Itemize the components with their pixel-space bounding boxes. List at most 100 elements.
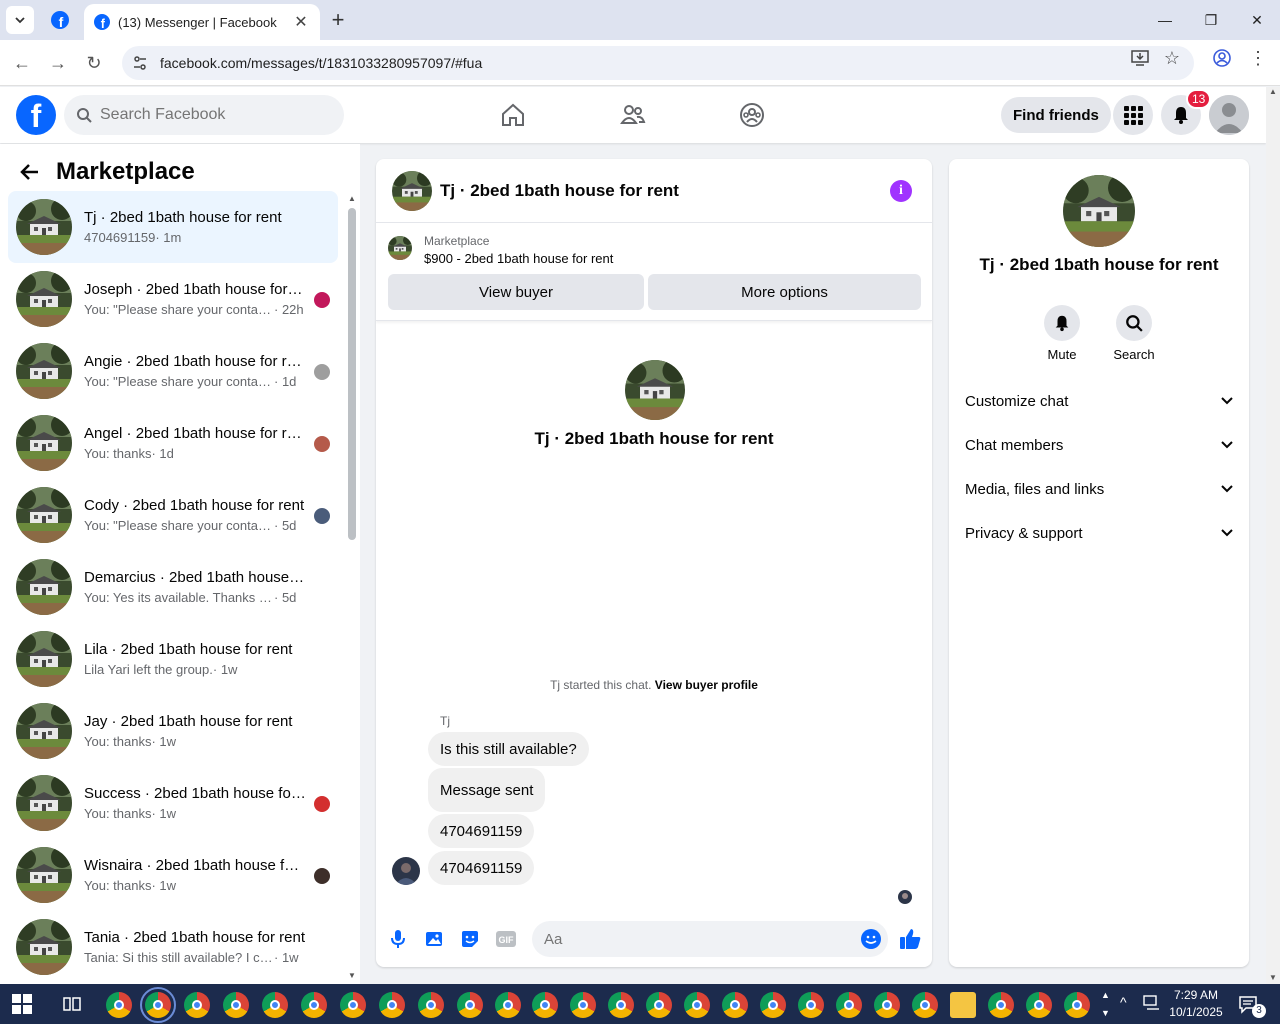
conversation-item[interactable]: Success · 2bed 1bath house for rent You: … <box>8 767 338 839</box>
chrome-taskbar-icon[interactable] <box>684 992 710 1018</box>
conversation-item[interactable]: Joseph · 2bed 1bath house for rent You: "… <box>8 263 338 335</box>
restore-icon[interactable]: ❐ <box>1188 0 1234 40</box>
listing-thumbnail[interactable] <box>388 236 412 260</box>
emoji-icon[interactable] <box>860 928 882 950</box>
friends-icon[interactable] <box>617 99 649 131</box>
conversation-item[interactable]: Jay · 2bed 1bath house for rent You: than… <box>8 695 338 767</box>
photo-icon[interactable] <box>422 927 446 951</box>
like-thumb-icon[interactable] <box>898 927 922 951</box>
chrome-taskbar-icon[interactable] <box>798 992 824 1018</box>
conversation-item[interactable]: Cody · 2bed 1bath house for rent You: "Pl… <box>8 479 338 551</box>
chrome-taskbar-icon[interactable] <box>457 992 483 1018</box>
conversation-snippet: Tania: Si this still available? I could … <box>84 950 274 965</box>
reload-icon[interactable]: ↻ <box>81 50 107 76</box>
profile-icon[interactable] <box>1212 48 1232 68</box>
install-app-icon[interactable] <box>1130 48 1150 68</box>
chrome-taskbar-icon[interactable] <box>912 992 938 1018</box>
browser-menu-icon[interactable]: ⋮ <box>1248 48 1268 68</box>
chrome-taskbar-icon[interactable] <box>532 992 558 1018</box>
chrome-taskbar-icon[interactable] <box>379 992 405 1018</box>
taskbar-clock[interactable]: 7:29 AM 10/1/2025 <box>1166 987 1226 1021</box>
chat-members-row[interactable]: Chat members <box>957 423 1241 467</box>
chrome-taskbar-icon[interactable] <box>262 992 288 1018</box>
groups-icon[interactable] <box>736 99 768 131</box>
tab-messenger[interactable]: f (13) Messenger | Facebook ✕ <box>84 4 320 40</box>
chrome-taskbar-icon[interactable] <box>301 992 327 1018</box>
chrome-taskbar-icon[interactable] <box>106 992 132 1018</box>
new-tab-icon[interactable]: + <box>326 7 350 32</box>
chrome-taskbar-icon[interactable] <box>1064 992 1090 1018</box>
privacy-support-row[interactable]: Privacy & support <box>957 511 1241 555</box>
chrome-taskbar-icon[interactable] <box>140 987 176 1023</box>
search-chat-button[interactable]: Search <box>1104 305 1164 362</box>
tab-close-icon[interactable]: ✕ <box>292 13 310 31</box>
view-buyer-profile-link[interactable]: View buyer profile <box>655 678 758 692</box>
pinned-facebook-tab[interactable]: f <box>48 8 72 32</box>
chrome-taskbar-icon[interactable] <box>874 992 900 1018</box>
chevron-down-icon <box>1221 529 1233 537</box>
sidebar-scrollbar[interactable]: ▲ ▼ <box>346 194 358 980</box>
chrome-taskbar-icon[interactable] <box>570 992 596 1018</box>
chrome-taskbar-icon[interactable] <box>1026 992 1052 1018</box>
tray-overflow-icon[interactable]: ^ <box>1120 994 1127 1010</box>
message-input[interactable] <box>544 930 860 948</box>
conversation-item[interactable]: Demarcius · 2bed 1bath house for rent You… <box>8 551 338 623</box>
back-arrow-icon[interactable] <box>20 162 40 182</box>
chrome-taskbar-icon[interactable] <box>760 992 786 1018</box>
chrome-taskbar-icon[interactable] <box>646 992 672 1018</box>
task-view-icon[interactable] <box>62 994 82 1014</box>
sticker-icon[interactable] <box>458 927 482 951</box>
media-files-links-row[interactable]: Media, files and links <box>957 467 1241 511</box>
chat-panel: Tj · 2bed 1bath house for rent i Marketp… <box>376 159 932 967</box>
chrome-taskbar-icon[interactable] <box>988 992 1014 1018</box>
more-options-button[interactable]: More options <box>648 274 921 310</box>
chat-header: Tj · 2bed 1bath house for rent i <box>376 159 932 223</box>
back-icon[interactable]: ← <box>9 50 35 76</box>
customize-chat-row[interactable]: Customize chat <box>957 379 1241 423</box>
taskbar-scroll-icon[interactable]: ▲ ▼ <box>1101 986 1110 1022</box>
account-avatar[interactable] <box>1209 95 1249 135</box>
conversation-time: · 1d <box>151 446 174 461</box>
conversation-item[interactable]: Wisnaira · 2bed 1bath house for rent You:… <box>8 839 338 911</box>
window-close-icon[interactable]: ✕ <box>1234 0 1280 40</box>
site-settings-icon[interactable] <box>132 55 148 71</box>
gif-icon[interactable]: GIF <box>494 927 518 951</box>
windows-start-icon[interactable] <box>12 994 32 1014</box>
bookmark-star-icon[interactable]: ☆ <box>1162 48 1182 68</box>
conversation-item[interactable]: Tania · 2bed 1bath house for rent Tania: … <box>8 911 338 983</box>
omnibox[interactable]: facebook.com/messages/t/1831033280957097… <box>122 46 1194 80</box>
chat-center-title: Tj · 2bed 1bath house for rent <box>534 429 774 448</box>
search-input[interactable] <box>100 106 320 124</box>
info-icon[interactable]: i <box>890 180 912 202</box>
network-icon[interactable] <box>1143 995 1161 1011</box>
minimize-icon[interactable]: — <box>1142 0 1188 40</box>
home-icon[interactable] <box>497 99 529 131</box>
chrome-taskbar-icon[interactable] <box>495 992 521 1018</box>
forward-icon[interactable]: → <box>45 50 71 76</box>
conversation-item[interactable]: Angel · 2bed 1bath house for rent You: th… <box>8 407 338 479</box>
view-buyer-button[interactable]: View buyer <box>388 274 644 310</box>
microphone-icon[interactable] <box>386 927 410 951</box>
chrome-taskbar-icon[interactable] <box>722 992 748 1018</box>
chrome-taskbar-icon[interactable] <box>418 992 444 1018</box>
page-scrollbar[interactable]: ▲ ▼ <box>1266 87 1280 984</box>
conversation-item[interactable]: Lila · 2bed 1bath house for rent Lila Yar… <box>8 623 338 695</box>
facebook-search[interactable] <box>64 95 344 135</box>
chrome-taskbar-icon[interactable] <box>836 992 862 1018</box>
facebook-logo-icon[interactable]: f <box>16 95 56 135</box>
file-explorer-icon[interactable] <box>950 992 976 1018</box>
sender-avatar[interactable] <box>392 857 420 885</box>
chrome-taskbar-icon[interactable] <box>608 992 634 1018</box>
chat-thumbnail[interactable] <box>392 170 432 211</box>
menu-grid-icon[interactable] <box>1113 95 1153 135</box>
chrome-taskbar-icon[interactable] <box>340 992 366 1018</box>
mute-button[interactable]: Mute <box>1032 305 1092 362</box>
conversation-item[interactable]: Angie · 2bed 1bath house for rent You: "P… <box>8 335 338 407</box>
chrome-taskbar-icon[interactable] <box>184 992 210 1018</box>
chrome-taskbar-icon[interactable] <box>223 992 249 1018</box>
conversation-item[interactable]: Tj · 2bed 1bath house for rent 4704691159… <box>8 191 338 263</box>
details-thumbnail <box>1063 175 1135 247</box>
tab-search-dropdown-icon[interactable] <box>6 6 34 34</box>
find-friends-button[interactable]: Find friends <box>1001 97 1111 133</box>
message-bubble: 4704691159 <box>428 814 535 848</box>
